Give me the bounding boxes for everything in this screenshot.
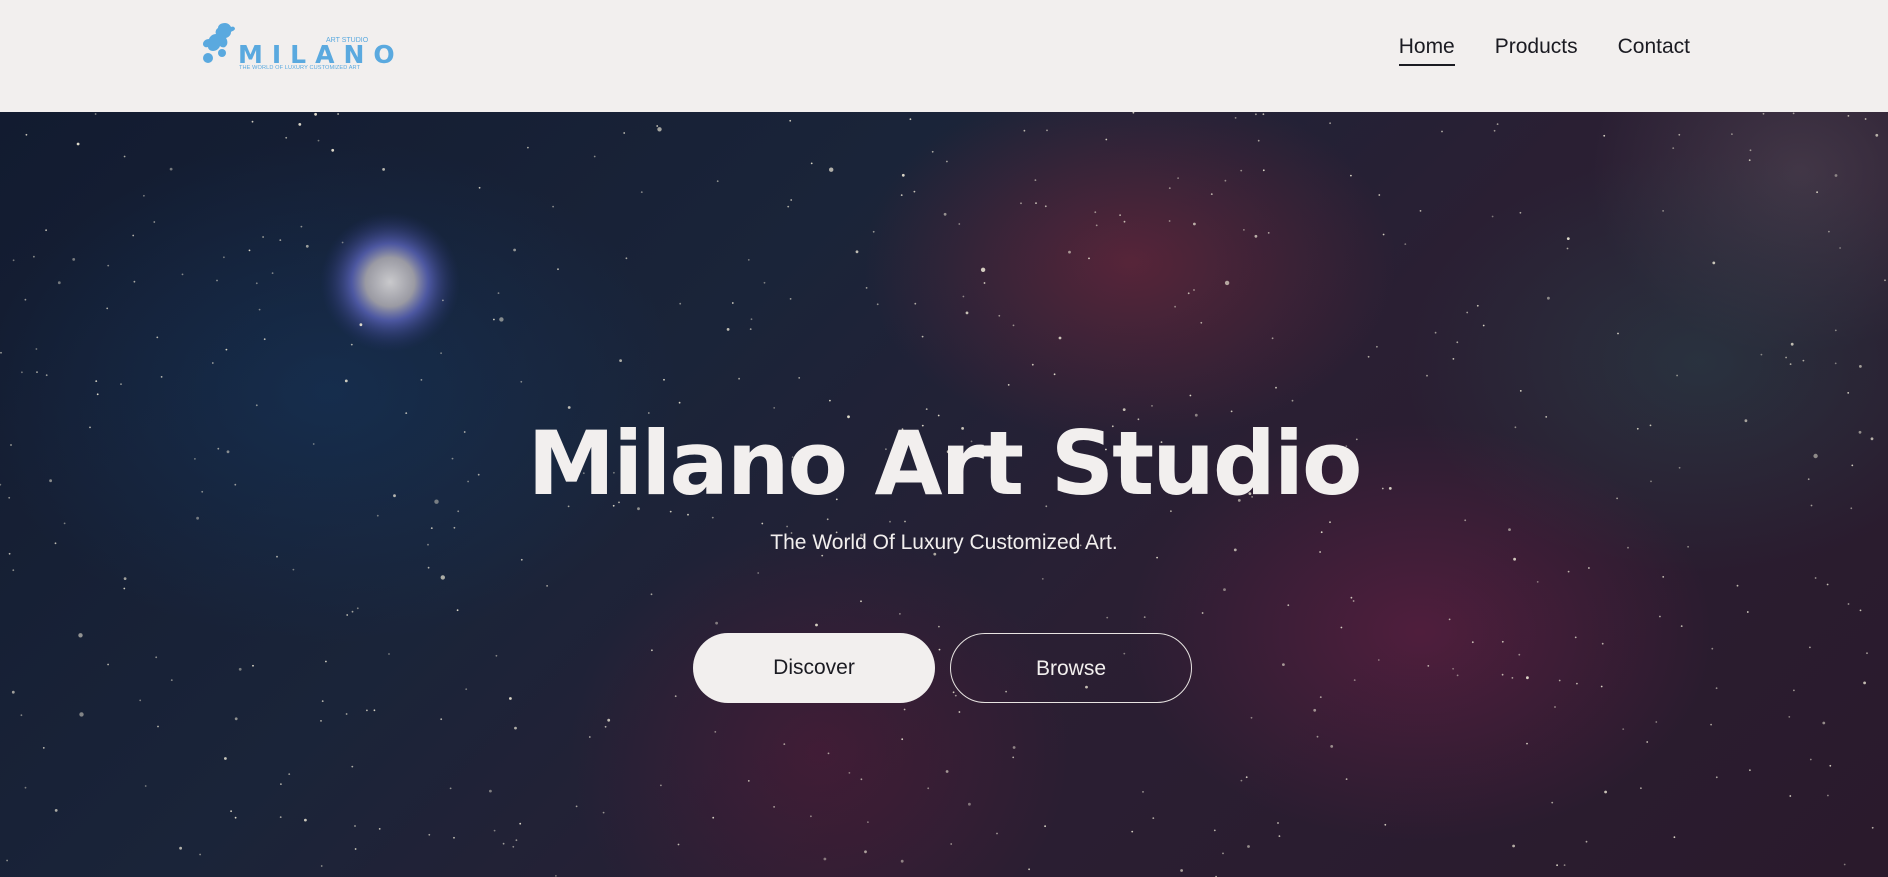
nav-home[interactable]: Home <box>1398 34 1455 66</box>
nav-products[interactable]: Products <box>1495 34 1578 66</box>
main-nav: Home Products Contact <box>1398 34 1690 66</box>
hero-section: Milano Art Studio The World Of Luxury Cu… <box>0 112 1888 877</box>
page: ART STUDIO MILANO THE WORLD OF LUXURY CU… <box>0 0 1888 877</box>
logo[interactable]: ART STUDIO MILANO THE WORLD OF LUXURY CU… <box>198 20 395 76</box>
hero-content: Milano Art Studio The World Of Luxury Cu… <box>0 112 1888 877</box>
logo-subtitle: THE WORLD OF LUXURY CUSTOMIZED ART <box>239 65 361 71</box>
site-header: ART STUDIO MILANO THE WORLD OF LUXURY CU… <box>0 0 1888 112</box>
hero-title: Milano Art Studio <box>527 412 1363 515</box>
discover-button[interactable]: Discover <box>693 633 935 703</box>
nav-contact[interactable]: Contact <box>1618 34 1690 66</box>
browse-button[interactable]: Browse <box>950 633 1192 703</box>
hero-subtitle: The World Of Luxury Customized Art. <box>770 531 1118 554</box>
